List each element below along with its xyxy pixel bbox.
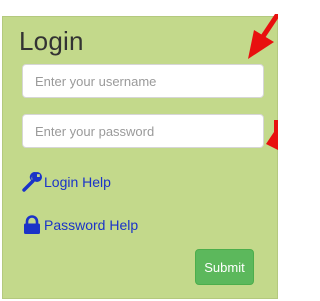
password-input[interactable]: [22, 114, 264, 148]
red-arrow-icon: [248, 14, 278, 59]
login-title: Login: [19, 26, 84, 56]
login-help-link[interactable]: Login Help: [22, 172, 111, 192]
password-help-label: Password Help: [44, 217, 139, 233]
submit-button[interactable]: Submit: [195, 249, 254, 285]
red-arrow-icon: [266, 120, 278, 150]
lock-icon: [22, 215, 42, 235]
username-input[interactable]: [22, 64, 264, 98]
password-help-link[interactable]: Password Help: [22, 215, 138, 235]
wrench-icon: [22, 172, 42, 192]
login-help-label: Login Help: [44, 174, 111, 190]
